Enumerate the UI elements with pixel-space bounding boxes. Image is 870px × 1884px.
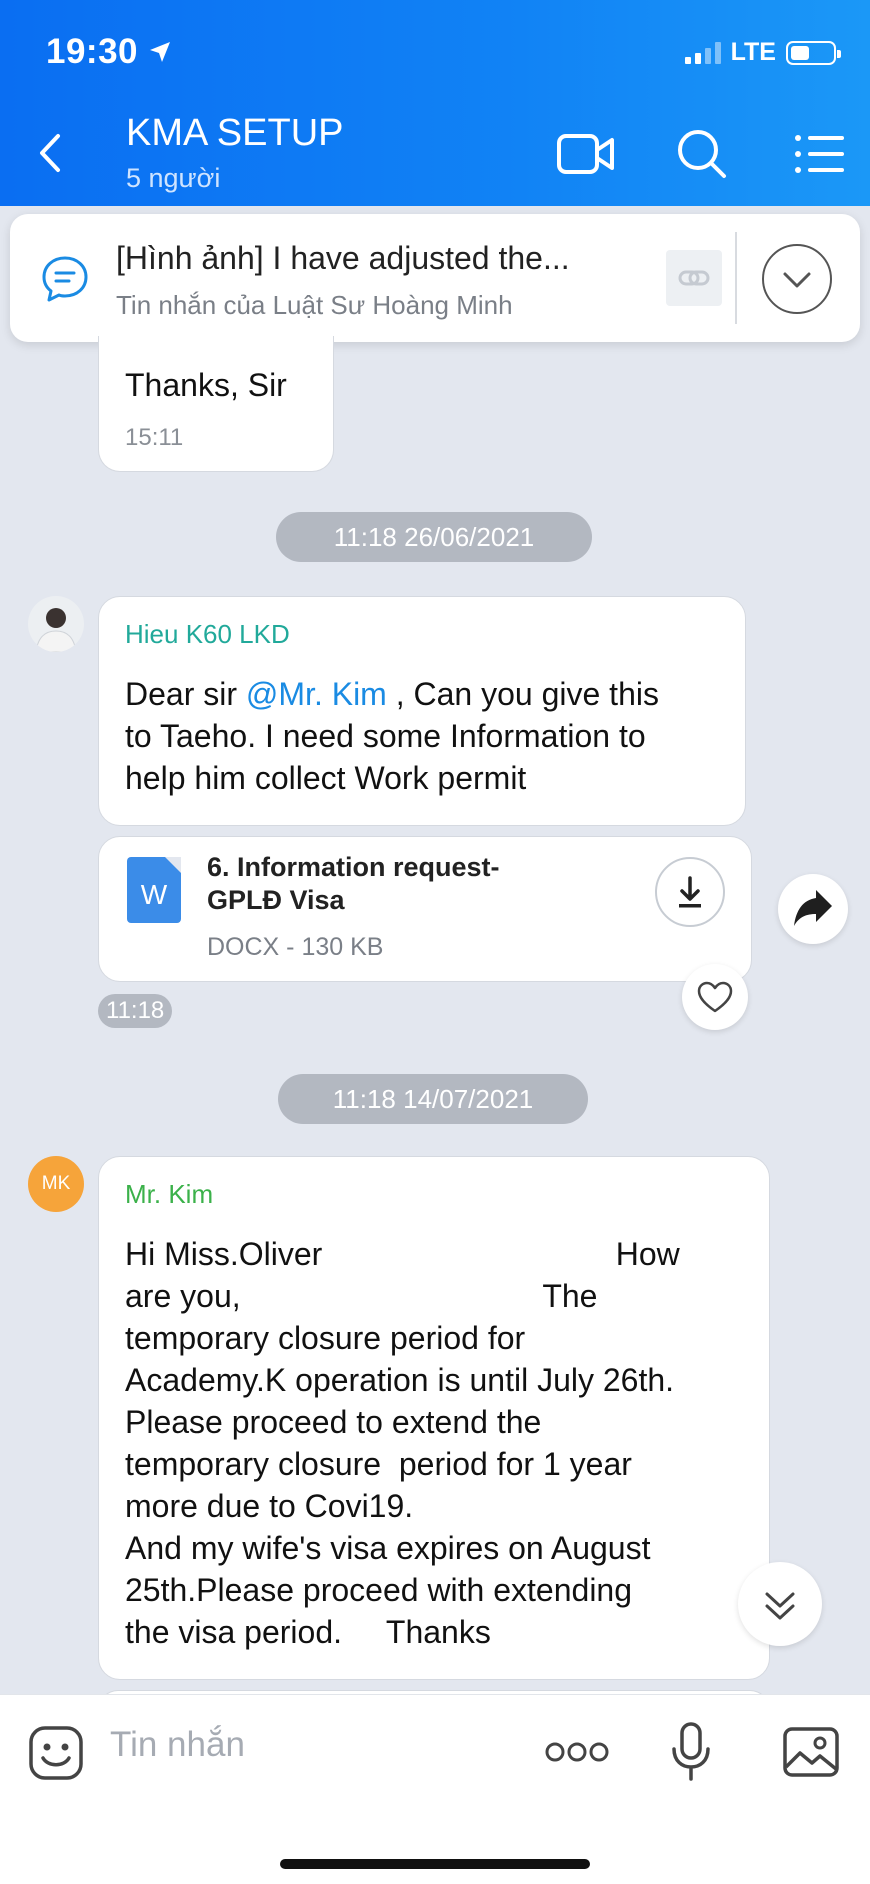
sender-name: Hieu K60 LKD bbox=[125, 619, 290, 649]
date-separator: 11:18 26/06/2021 bbox=[276, 512, 592, 562]
avatar[interactable] bbox=[28, 596, 84, 652]
home-indicator bbox=[280, 1859, 590, 1869]
download-button[interactable] bbox=[655, 857, 725, 927]
video-call-icon[interactable] bbox=[556, 126, 616, 182]
pinned-subtitle: Tin nhắn của Luật Sư Hoàng Minh bbox=[116, 290, 513, 320]
more-options-icon[interactable] bbox=[544, 1739, 610, 1765]
location-arrow-icon bbox=[150, 42, 171, 62]
chevron-down-icon bbox=[783, 272, 811, 288]
back-arrow-icon[interactable] bbox=[30, 128, 70, 178]
pinned-thumbnail[interactable] bbox=[666, 250, 722, 306]
pinned-title: [Hình ảnh] I have adjusted the... bbox=[116, 240, 570, 276]
file-meta: DOCX - 130 KB bbox=[207, 933, 384, 961]
message-text: Thanks, Sir bbox=[125, 367, 287, 403]
share-arrow-icon bbox=[794, 890, 832, 926]
microphone-icon[interactable] bbox=[668, 1721, 714, 1783]
message-bubble[interactable]: Thanks, Sir 15:11 bbox=[98, 336, 334, 472]
file-attachment[interactable]: W 6. Information request- GPLĐ Visa DOCX… bbox=[98, 836, 752, 982]
status-indicators: LTE bbox=[684, 38, 841, 67]
expand-pinned-button[interactable] bbox=[762, 244, 832, 314]
message-bubble[interactable]: Mr. Kim Hi Miss.Oliver How are you, The … bbox=[98, 1156, 770, 1680]
double-chevron-down-icon bbox=[765, 1592, 795, 1620]
message-time: 15:11 bbox=[125, 424, 184, 451]
like-button[interactable] bbox=[682, 964, 748, 1030]
divider bbox=[735, 232, 737, 324]
pinned-message-bar[interactable]: [Hình ảnh] I have adjusted the... Tin nh… bbox=[10, 214, 860, 342]
word-file-icon: W bbox=[127, 857, 181, 923]
image-gallery-icon[interactable] bbox=[782, 1723, 840, 1779]
message-input[interactable]: Tin nhắn bbox=[110, 1725, 245, 1765]
avatar[interactable]: MK bbox=[28, 1156, 84, 1212]
search-icon[interactable] bbox=[672, 126, 732, 182]
mention-link[interactable]: @Mr. Kim bbox=[246, 676, 387, 712]
emoji-sticker-icon[interactable] bbox=[28, 1725, 84, 1781]
status-time: 19:30 bbox=[46, 32, 172, 72]
message-text: Hi Miss.Oliver How are you, The temporar… bbox=[125, 1236, 680, 1650]
sender-name: Mr. Kim bbox=[125, 1179, 214, 1209]
menu-list-icon[interactable] bbox=[790, 126, 850, 182]
scroll-to-bottom-button[interactable] bbox=[738, 1562, 822, 1646]
message-text: Dear sir @Mr. Kim , Can you give this to… bbox=[125, 676, 659, 796]
message-bubble[interactable]: Hieu K60 LKD Dear sir @Mr. Kim , Can you… bbox=[98, 596, 746, 826]
signal-icon bbox=[684, 41, 721, 64]
chat-title[interactable]: KMA SETUP bbox=[126, 112, 344, 155]
message-input-bar: Tin nhắn bbox=[0, 1694, 870, 1884]
battery-icon bbox=[786, 40, 841, 65]
download-icon bbox=[679, 876, 701, 908]
user-photo-icon bbox=[28, 596, 84, 652]
date-separator: 11:18 14/07/2021 bbox=[278, 1074, 588, 1124]
chat-bubble-icon bbox=[42, 256, 88, 302]
forward-button[interactable] bbox=[778, 874, 848, 944]
network-type: LTE bbox=[730, 38, 776, 66]
file-name: 6. Information request- GPLĐ Visa bbox=[207, 852, 500, 915]
link-icon bbox=[678, 270, 710, 286]
chat-header: 19:30 LTE KMA SETUP 5 người bbox=[0, 0, 870, 206]
heart-icon bbox=[697, 981, 733, 1013]
message-time: 11:18 bbox=[98, 994, 173, 1028]
member-count[interactable]: 5 người bbox=[126, 163, 220, 194]
